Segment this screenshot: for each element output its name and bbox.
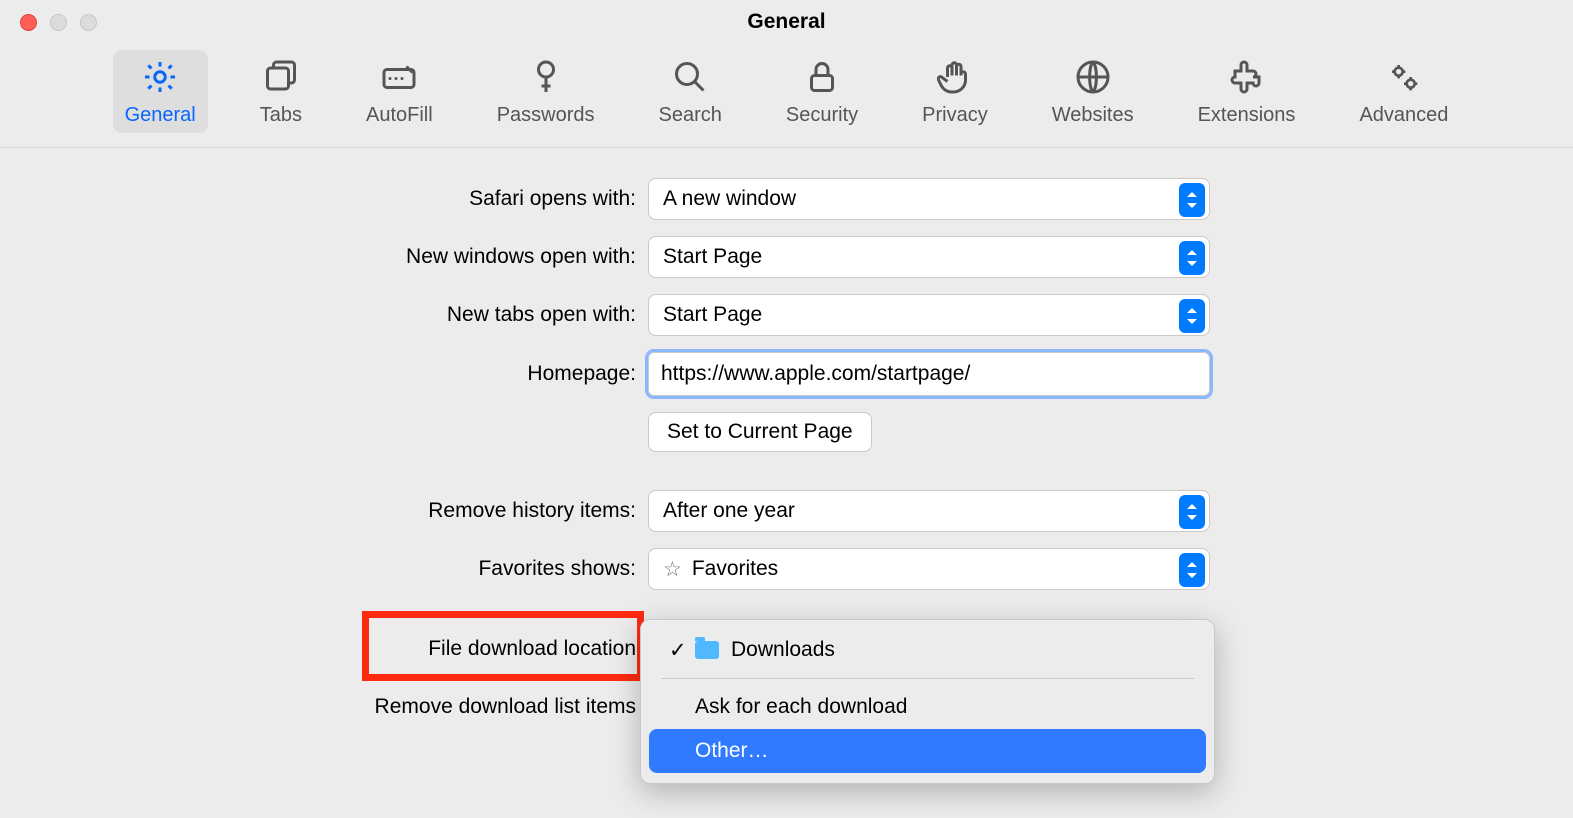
tab-label: General xyxy=(125,104,196,127)
label-new-windows: New windows open with: xyxy=(0,245,648,269)
minimize-window-button[interactable] xyxy=(50,14,67,31)
label-new-tabs: New tabs open with: xyxy=(0,303,648,327)
label-homepage: Homepage: xyxy=(0,362,648,386)
puzzle-icon xyxy=(1226,56,1268,98)
select-value: Start Page xyxy=(663,303,762,327)
select-value: Start Page xyxy=(663,245,762,269)
download-location-menu: ✓ Downloads Ask for each download Other… xyxy=(640,619,1215,784)
label-download-location: File download location xyxy=(0,637,648,661)
tab-passwords[interactable]: Passwords xyxy=(485,50,607,133)
checkmark-icon: ✓ xyxy=(669,638,695,663)
gear-icon xyxy=(139,56,181,98)
tab-label: AutoFill xyxy=(366,104,433,127)
tab-label: Tabs xyxy=(260,104,302,127)
tab-advanced[interactable]: Advanced xyxy=(1347,50,1460,133)
autofill-icon xyxy=(378,56,420,98)
tab-general[interactable]: General xyxy=(113,50,208,133)
globe-icon xyxy=(1072,56,1114,98)
menu-item-label: Downloads xyxy=(731,638,835,662)
key-icon xyxy=(525,56,567,98)
preferences-toolbar: General Tabs AutoFill Passwords Search S… xyxy=(0,44,1573,148)
select-new-windows[interactable]: Start Page xyxy=(648,236,1210,278)
tab-label: Passwords xyxy=(497,104,595,127)
menu-item-ask[interactable]: Ask for each download xyxy=(649,685,1206,729)
tab-label: Extensions xyxy=(1198,104,1296,127)
label-opens-with: Safari opens with: xyxy=(0,187,648,211)
menu-item-downloads[interactable]: ✓ Downloads xyxy=(649,628,1206,672)
menu-item-label: Other… xyxy=(695,739,769,763)
window-title: General xyxy=(747,10,825,34)
select-value: A new window xyxy=(663,187,796,211)
dropdown-icon xyxy=(1179,241,1205,275)
input-homepage[interactable] xyxy=(648,352,1210,396)
select-favorites[interactable]: ☆ Favorites xyxy=(648,548,1210,590)
lock-icon xyxy=(801,56,843,98)
dropdown-icon xyxy=(1179,299,1205,333)
set-current-page-button[interactable]: Set to Current Page xyxy=(648,412,872,452)
tab-label: Websites xyxy=(1052,104,1134,127)
dropdown-icon xyxy=(1179,495,1205,529)
tab-label: Advanced xyxy=(1359,104,1448,127)
menu-item-other[interactable]: Other… xyxy=(649,729,1206,773)
select-remove-history[interactable]: After one year xyxy=(648,490,1210,532)
select-value: After one year xyxy=(663,499,795,523)
label-favorites: Favorites shows: xyxy=(0,557,648,581)
tabs-icon xyxy=(260,56,302,98)
dropdown-icon xyxy=(1179,183,1205,217)
zoom-window-button[interactable] xyxy=(80,14,97,31)
tab-tabs[interactable]: Tabs xyxy=(248,50,314,133)
select-opens-with[interactable]: A new window xyxy=(648,178,1210,220)
tab-extensions[interactable]: Extensions xyxy=(1186,50,1308,133)
menu-item-label: Ask for each download xyxy=(695,695,907,719)
menu-separator xyxy=(661,678,1194,679)
label-remove-downloads: Remove download list items xyxy=(0,695,648,719)
hand-icon xyxy=(934,56,976,98)
gears-icon xyxy=(1383,56,1425,98)
tab-label: Search xyxy=(659,104,722,127)
star-icon: ☆ xyxy=(663,557,682,582)
titlebar: General xyxy=(0,0,1573,44)
folder-icon xyxy=(695,641,719,659)
select-new-tabs[interactable]: Start Page xyxy=(648,294,1210,336)
tab-label: Security xyxy=(786,104,858,127)
window-controls xyxy=(0,14,97,31)
close-window-button[interactable] xyxy=(20,14,37,31)
dropdown-icon xyxy=(1179,553,1205,587)
tab-search[interactable]: Search xyxy=(647,50,734,133)
tab-autofill[interactable]: AutoFill xyxy=(354,50,445,133)
tab-websites[interactable]: Websites xyxy=(1040,50,1146,133)
tab-privacy[interactable]: Privacy xyxy=(910,50,1000,133)
label-remove-history: Remove history items: xyxy=(0,499,648,523)
tab-security[interactable]: Security xyxy=(774,50,870,133)
search-icon xyxy=(669,56,711,98)
select-value: Favorites xyxy=(692,557,778,581)
tab-label: Privacy xyxy=(922,104,988,127)
